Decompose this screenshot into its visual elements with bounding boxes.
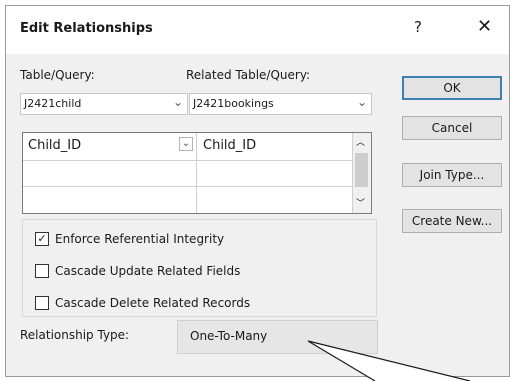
callout-pointer <box>307 340 471 381</box>
